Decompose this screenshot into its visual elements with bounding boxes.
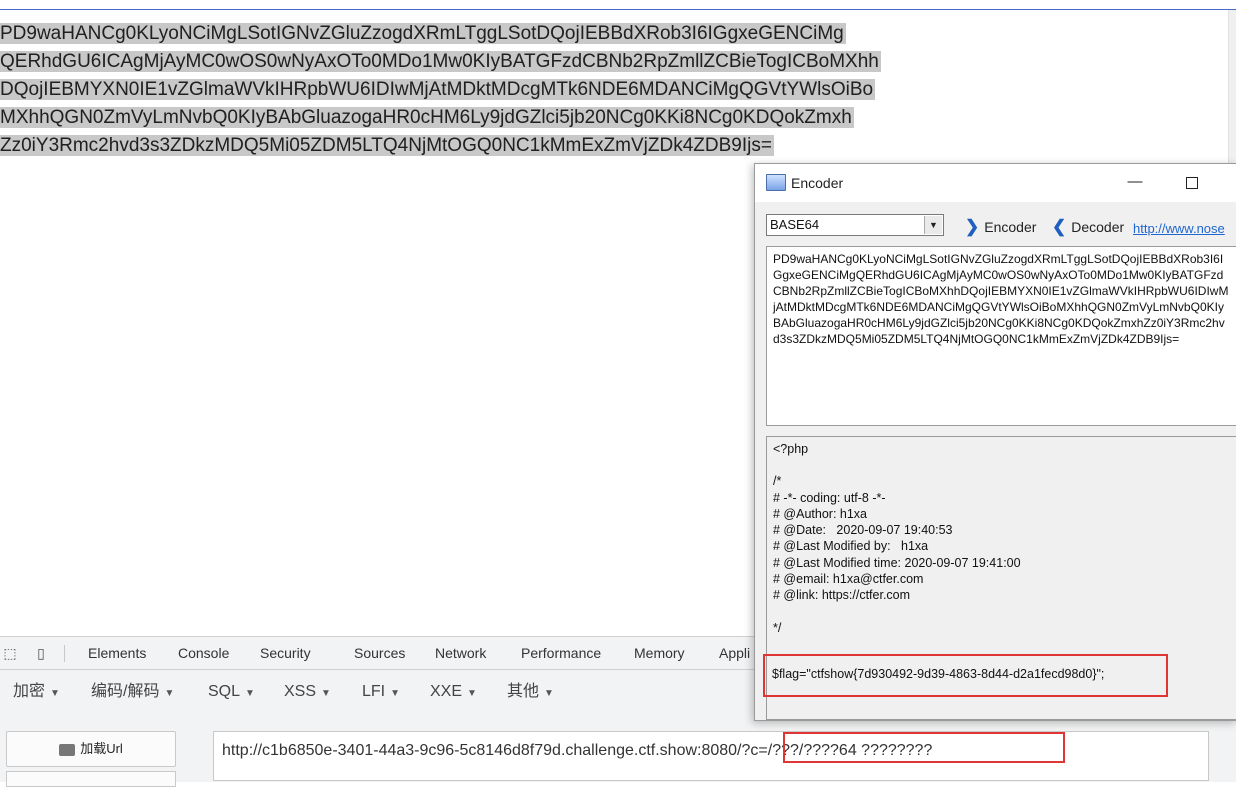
base64-line: DQojIEBMYXN0IE1vZGlmaWVkIHRpbWU6IDIwMjAt… xyxy=(0,79,876,100)
tab-performance[interactable]: Performance xyxy=(521,637,601,669)
url-payload-highlight xyxy=(783,732,1065,763)
code-line: # @link: https://ctfer.com xyxy=(773,588,911,603)
decoder-button[interactable]: ❮ Decoder xyxy=(1052,216,1124,238)
caret-down-icon: ▼ xyxy=(467,688,477,699)
arrow-right-icon: ❯ xyxy=(965,217,980,236)
encoder-button[interactable]: ❯ Encoder xyxy=(965,216,1036,238)
load-icon xyxy=(59,743,76,756)
tab-application[interactable]: Appli xyxy=(719,637,750,669)
caret-down-icon: ▼ xyxy=(245,688,255,699)
base64-line: PD9waHANCg0KLyoNCiMgLSotIGNvZGluZzogdXRm… xyxy=(0,23,846,44)
caret-down-icon: ▼ xyxy=(50,688,60,699)
caret-down-icon: ▼ xyxy=(164,688,175,699)
menu-lfi[interactable]: LFI ▼ xyxy=(362,680,400,704)
menu-sql[interactable]: SQL ▼ xyxy=(208,680,255,704)
flag-highlight xyxy=(763,654,1168,697)
maximize-icon xyxy=(1186,177,1198,189)
tab-sources[interactable]: Sources xyxy=(354,637,405,669)
tab-elements[interactable]: Elements xyxy=(88,637,146,669)
code-line: # @Date: 2020-09-07 19:40:53 xyxy=(773,523,953,538)
page-base64-text: PD9waHANCg0KLyoNCiMgLSotIGNvZGluZzogdXRm… xyxy=(0,20,881,160)
device-toggle-icon[interactable]: ▯ xyxy=(32,644,50,662)
code-line: */ xyxy=(773,620,782,635)
tab-memory[interactable]: Memory xyxy=(634,637,685,669)
code-line: <?php xyxy=(773,442,809,456)
chevron-down-icon: ▼ xyxy=(924,216,942,234)
mode-select[interactable]: BASE64 ▼ xyxy=(766,214,944,236)
website-link[interactable]: http://www.nose xyxy=(1133,221,1225,236)
browser-top-strip xyxy=(0,0,1236,10)
monitor-icon xyxy=(766,174,786,191)
maximize-button[interactable] xyxy=(1182,172,1202,192)
code-line: /* xyxy=(773,474,782,489)
menu-xxe[interactable]: XXE ▼ xyxy=(430,680,477,704)
minimize-button[interactable]: — xyxy=(1125,172,1145,192)
input-textarea[interactable]: PD9waHANCg0KLyoNCiMgLSotIGNvZGluZzogdXRm… xyxy=(766,246,1236,426)
tab-separator xyxy=(64,645,65,662)
encoder-window: Encoder — BASE64 ▼ ❯ Encoder ❮ Decoder http… xyxy=(754,163,1236,721)
encoder-title-bar[interactable]: Encoder — xyxy=(755,164,1236,202)
menu-encrypt[interactable]: 加密 ▼ xyxy=(13,680,60,704)
caret-down-icon: ▼ xyxy=(544,688,554,699)
code-line: # @email: h1xa@ctfer.com xyxy=(773,572,924,587)
base64-line: Zz0iY3Rmc2hvd3s3ZDkzMDQ5Mi05ZDM5LTQ4NjMt… xyxy=(0,135,774,156)
menu-other[interactable]: 其他 ▼ xyxy=(507,680,554,704)
base64-line: QERhdGU6ICAgMjAyMC0wOS0wNyAxOTo0MDo1Mw0K… xyxy=(0,51,881,72)
menu-xss[interactable]: XSS ▼ xyxy=(284,680,331,704)
tab-network[interactable]: Network xyxy=(435,637,486,669)
window-title: Encoder xyxy=(791,175,844,191)
inspect-element-icon[interactable]: ⬚ xyxy=(1,644,19,662)
code-line: # @Last Modified time: 2020-09-07 19:41:… xyxy=(773,555,1021,570)
tab-console[interactable]: Console xyxy=(178,637,229,669)
code-line: # @Last Modified by: h1xa xyxy=(773,539,929,554)
menu-encode-decode[interactable]: 编码/解码 ▼ xyxy=(91,680,174,704)
code-line: # -*- coding: utf-8 -*- xyxy=(773,490,886,505)
caret-down-icon: ▼ xyxy=(321,688,331,699)
base64-line: MXhhQGN0ZmVyLmNvbQ0KIyBAbGluazogaHR0cHM6… xyxy=(0,107,854,128)
split-url-button[interactable] xyxy=(6,771,176,787)
arrow-left-icon: ❮ xyxy=(1052,217,1067,236)
load-url-button[interactable]: 加载Url xyxy=(6,731,176,767)
tab-security[interactable]: Security xyxy=(260,637,311,669)
caret-down-icon: ▼ xyxy=(390,688,401,699)
code-line: # @Author: h1xa xyxy=(773,506,867,521)
